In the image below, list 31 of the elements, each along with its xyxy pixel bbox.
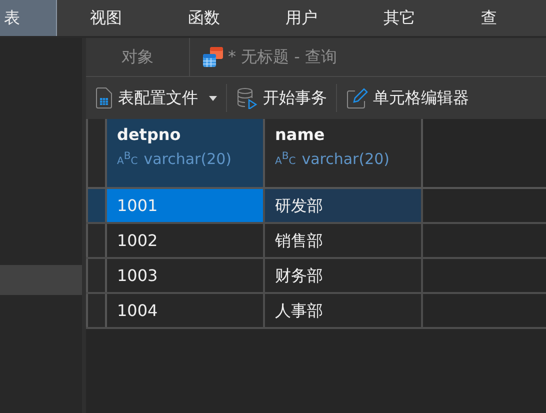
menu-item[interactable]: 表: [0, 0, 58, 36]
table-icon: [202, 46, 224, 68]
row-header[interactable]: [86, 224, 107, 257]
menu-item[interactable]: 视图: [57, 0, 155, 36]
toolbar-button[interactable]: 开始事务: [233, 83, 330, 113]
row-header[interactable]: [86, 294, 107, 327]
tab[interactable]: * 无标题 - 查询: [190, 38, 350, 76]
menu-item[interactable]: 其它: [350, 0, 448, 36]
menu-item[interactable]: 用户: [252, 0, 350, 36]
menu-item[interactable]: 查: [448, 0, 546, 36]
toolbar-button[interactable]: 单元格编辑器: [343, 83, 472, 113]
column-type: varchar(20): [302, 150, 390, 168]
pencil-icon: [346, 87, 368, 109]
document-icon: [95, 87, 113, 109]
table-cell[interactable]: 研发部: [265, 189, 423, 222]
column-name: detpno: [117, 125, 182, 144]
column-name: name: [275, 125, 326, 144]
menu-item[interactable]: 函数: [154, 0, 253, 36]
table-cell[interactable]: 1001: [107, 189, 265, 222]
tab[interactable]: 对象: [86, 38, 190, 76]
column-type: varchar(20): [144, 150, 232, 168]
database-icon: [236, 87, 258, 109]
tab-label: 对象: [122, 46, 154, 68]
column-header[interactable]: name ABC varchar(20): [265, 119, 423, 187]
column-header[interactable]: detpno ABC varchar(20): [107, 119, 265, 187]
row-header[interactable]: [86, 259, 107, 292]
text-type-icon: ABC: [275, 151, 296, 167]
tab-label: * 无标题 - 查询: [228, 46, 338, 68]
text-type-icon: ABC: [117, 151, 138, 167]
row-header[interactable]: [86, 189, 107, 222]
toolbar-button[interactable]: 表配置文件: [92, 83, 220, 113]
